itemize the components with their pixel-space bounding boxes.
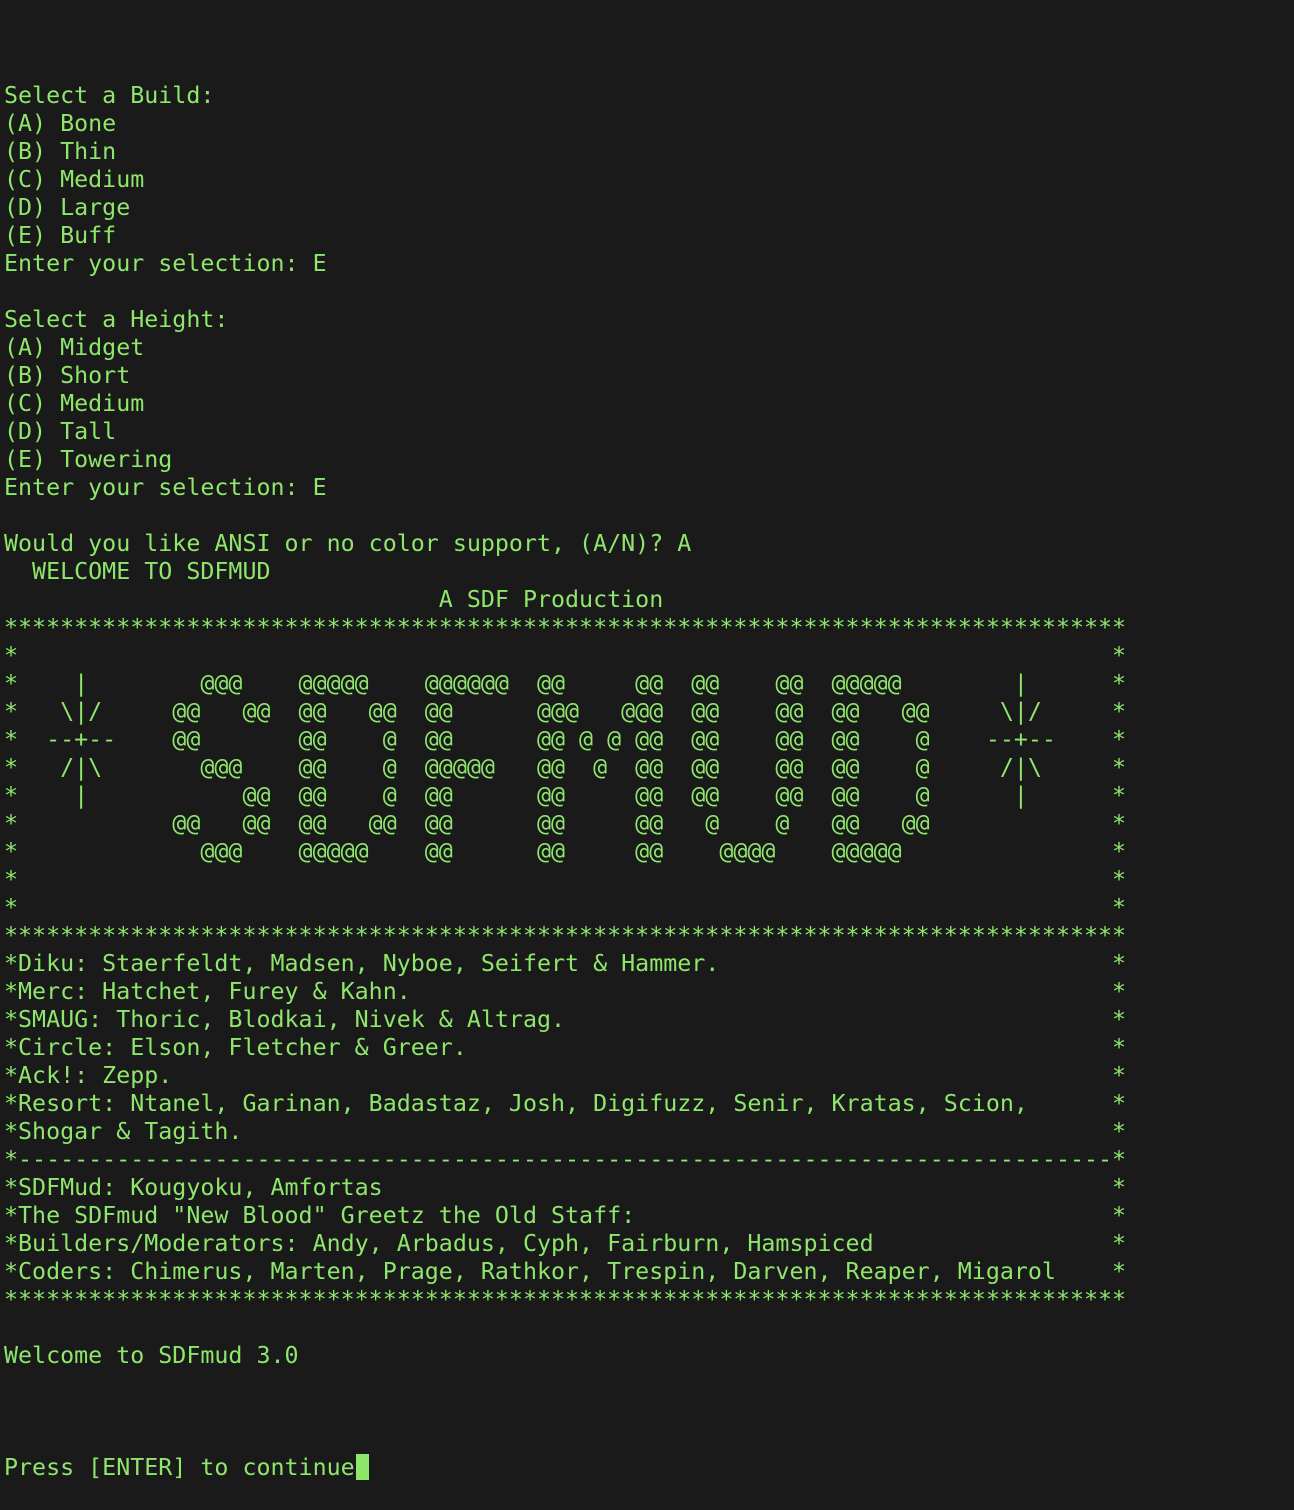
continue-prompt: Press [ENTER] to continue (4, 1454, 355, 1481)
terminal-line: (E) Buff (4, 222, 117, 249)
terminal-line: * * (4, 642, 1127, 669)
terminal-line: * | @@ @@ @ @@ @@ @@ @@ @@ @@ @ | * (4, 782, 1127, 809)
terminal-line: *---------------------------------------… (4, 1146, 1127, 1173)
terminal-line: *Coders: Chimerus, Marten, Prage, Rathko… (4, 1258, 1127, 1285)
terminal-line: * /|\ @@@ @@ @ @@@@@ @@ @ @@ @@ @@ @@ @ … (4, 754, 1127, 781)
terminal-line: WELCOME TO SDFMUD (4, 558, 271, 585)
terminal-line: (C) Medium (4, 390, 145, 417)
terminal-line: (E) Towering (4, 446, 173, 473)
terminal-line: A SDF Production (4, 586, 664, 613)
terminal-output[interactable]: Select a Build: (A) Bone (B) Thin (C) Mediu… (4, 26, 1292, 1510)
terminal-lines: Select a Build: (A) Bone (B) Thin (C) Mediu… (4, 82, 1292, 1398)
terminal-line: Select a Build: (4, 82, 215, 109)
terminal-line: Would you like ANSI or no color support,… (4, 530, 692, 557)
terminal-line: *Merc: Hatchet, Furey & Kahn. * (4, 978, 1127, 1005)
terminal-line: ****************************************… (4, 614, 1127, 641)
terminal-line: (D) Tall (4, 418, 117, 445)
terminal-line: * | @@@ @@@@@ @@@@@@ @@ @@ @@ @@ @@@@@ |… (4, 670, 1127, 697)
terminal-line: * @@ @@ @@ @@ @@ @@ @@ @ @ @@ @@ * (4, 810, 1127, 837)
terminal-line: * @@@ @@@@@ @@ @@ @@ @@@@ @@@@@ * (4, 838, 1127, 865)
terminal-line: *Diku: Staerfeldt, Madsen, Nyboe, Seifer… (4, 950, 1127, 977)
terminal-line: (A) Bone (4, 110, 117, 137)
terminal-line: *Ack!: Zepp. * (4, 1062, 1127, 1089)
terminal-line: ****************************************… (4, 1286, 1127, 1313)
terminal-line: (A) Midget (4, 334, 145, 361)
terminal-line: ****************************************… (4, 922, 1127, 949)
terminal-line: *Shogar & Tagith. * (4, 1118, 1127, 1145)
terminal-line: (D) Large (4, 194, 131, 221)
prompt-line[interactable]: Press [ENTER] to continue (4, 1454, 1292, 1482)
terminal-line: *SMAUG: Thoric, Blodkai, Nivek & Altrag.… (4, 1006, 1127, 1033)
terminal-line: *Circle: Elson, Fletcher & Greer. * (4, 1034, 1127, 1061)
terminal-line: *SDFMud: Kougyoku, Amfortas * (4, 1174, 1127, 1201)
terminal-line: *Resort: Ntanel, Garinan, Badastaz, Josh… (4, 1090, 1127, 1117)
terminal-line: * * (4, 894, 1127, 921)
terminal-line: Enter your selection: E (4, 250, 327, 277)
terminal-line: * --+-- @@ @@ @ @@ @@ @ @ @@ @@ @@ @@ @ … (4, 726, 1127, 753)
terminal-line: * \|/ @@ @@ @@ @@ @@ @@@ @@@ @@ @@ @@ @@… (4, 698, 1127, 725)
terminal-line: *Builders/Moderators: Andy, Arbadus, Cyp… (4, 1230, 1127, 1257)
terminal-line: Enter your selection: E (4, 474, 327, 501)
terminal-line: (B) Thin (4, 138, 117, 165)
terminal-line: (C) Medium (4, 166, 145, 193)
text-cursor (355, 1454, 369, 1480)
terminal-line: *The SDFmud "New Blood" Greetz the Old S… (4, 1202, 1127, 1229)
terminal-line: Welcome to SDFmud 3.0 (4, 1342, 299, 1369)
terminal-line: (B) Short (4, 362, 131, 389)
terminal-line: Select a Height: (4, 306, 229, 333)
terminal-line: * * (4, 866, 1127, 893)
